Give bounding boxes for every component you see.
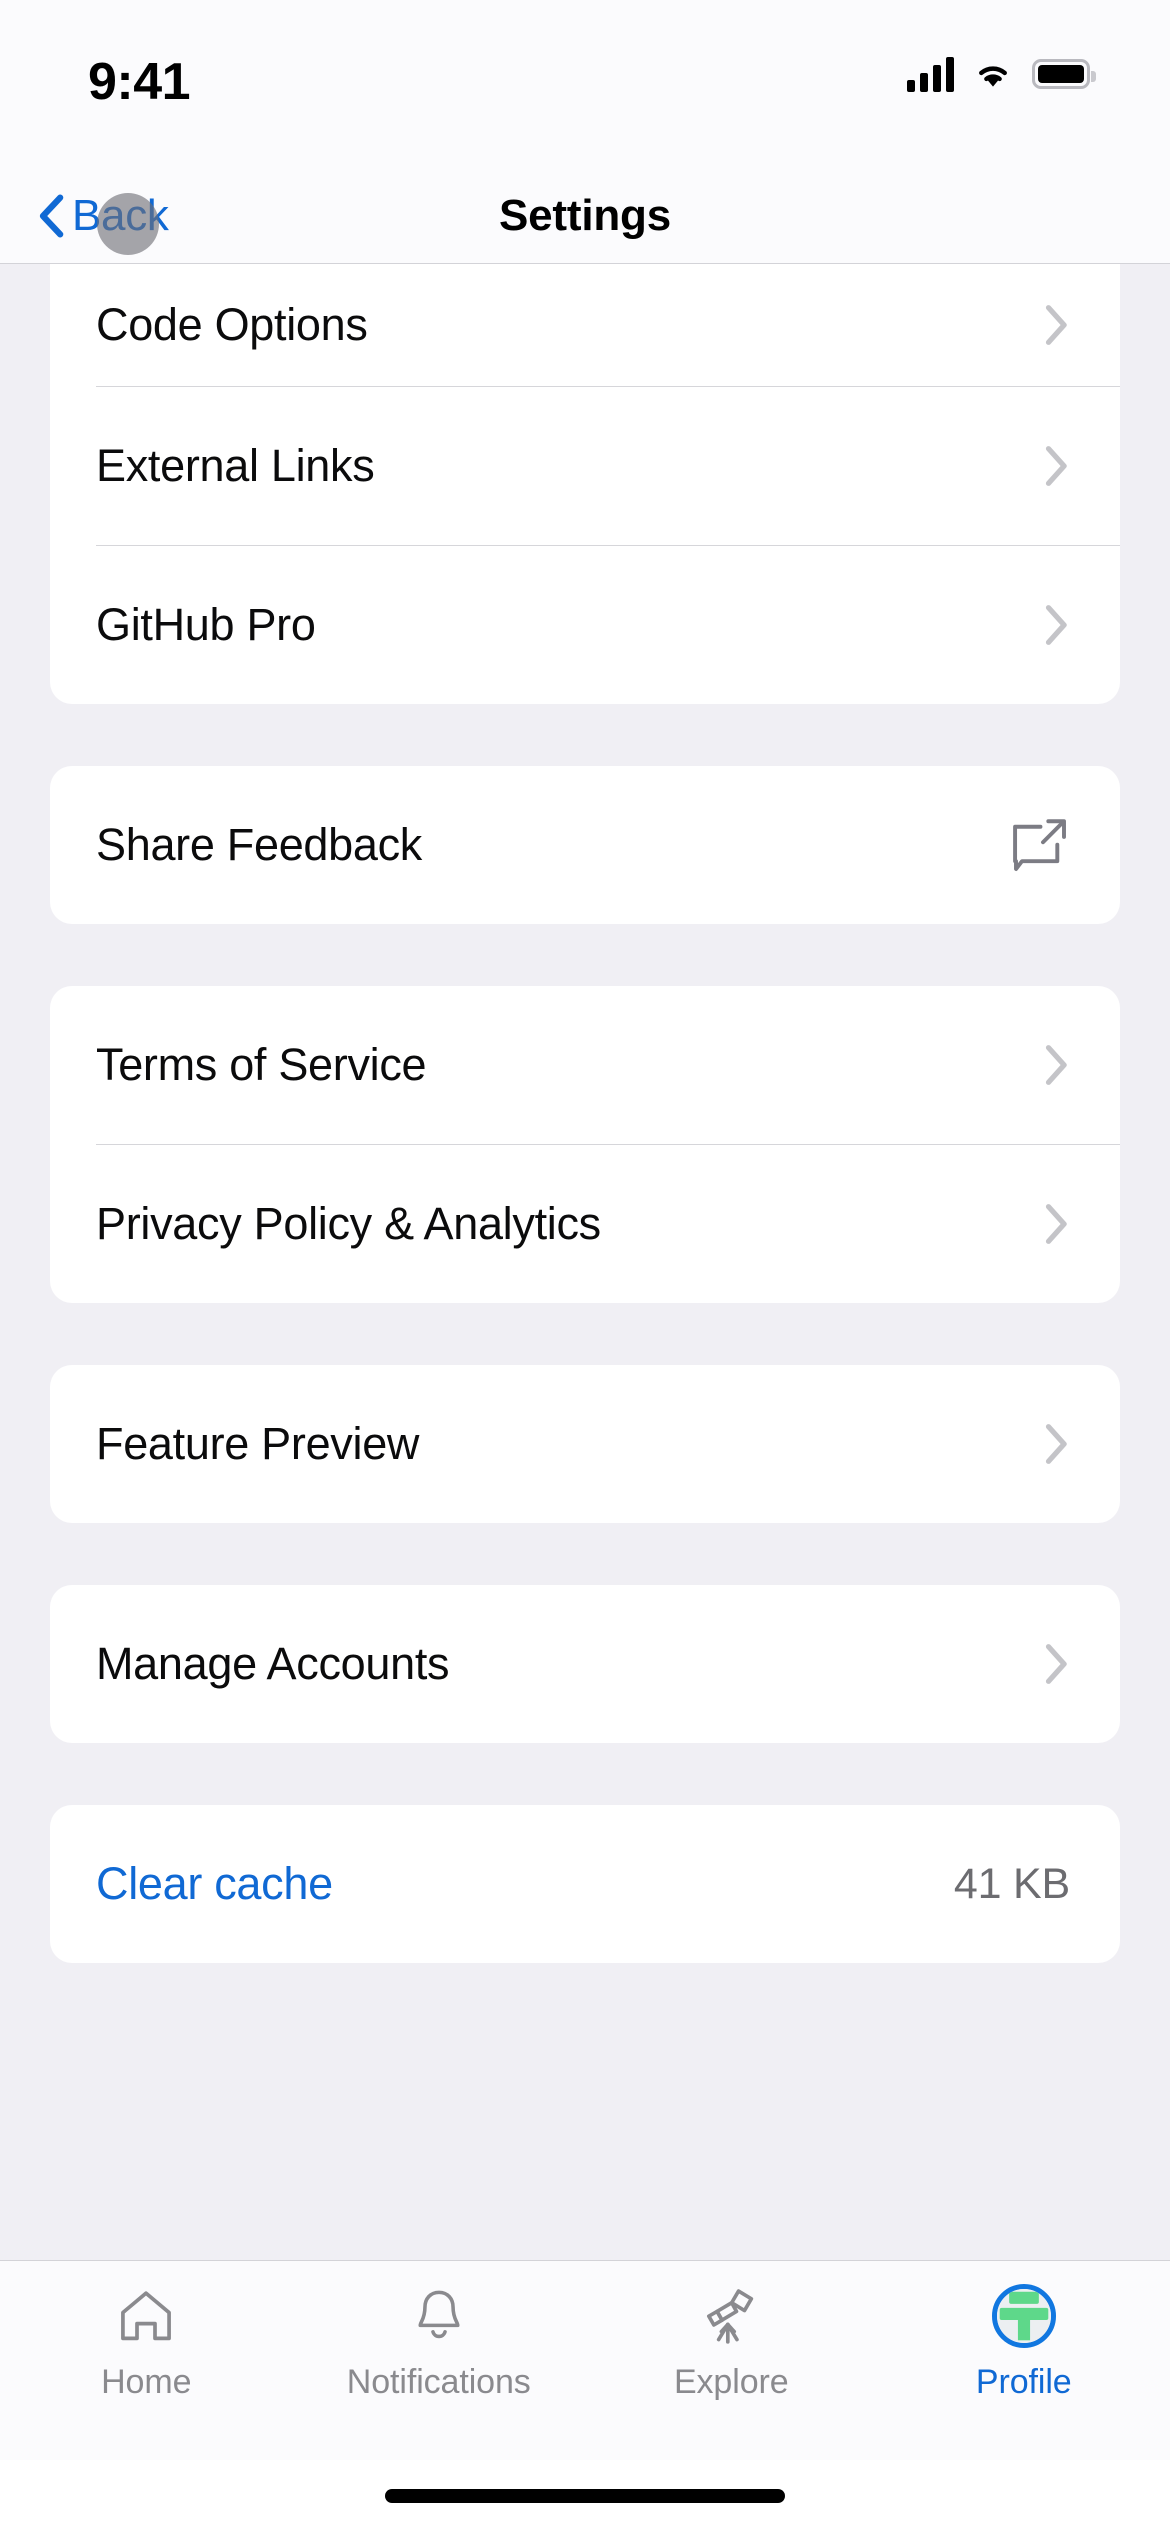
home-indicator[interactable]	[385, 2489, 785, 2503]
settings-row-code-options[interactable]: Code Options	[50, 264, 1120, 386]
chevron-right-icon	[1045, 1644, 1067, 1684]
share-feedback-icon	[1013, 819, 1066, 871]
chevron-right-icon	[1045, 1204, 1067, 1244]
chevron-right-icon	[1045, 605, 1067, 645]
cache-group: Clear cache 41 KB	[50, 1805, 1120, 1963]
settings-scroll-view[interactable]: Code Options External Links GitHub Pro S…	[0, 264, 1170, 2260]
tab-label: Notifications	[346, 2363, 531, 2401]
cellular-signal-icon	[907, 56, 954, 92]
chevron-right-icon	[1045, 305, 1067, 345]
clear-cache-label: Clear cache	[96, 1858, 333, 1909]
tab-home[interactable]: Home	[0, 2283, 293, 2402]
chevron-right-icon	[1045, 1424, 1067, 1464]
row-label: Terms of Service	[96, 1039, 427, 1090]
home-icon	[116, 2283, 176, 2349]
settings-row-manage-accounts[interactable]: Manage Accounts	[50, 1585, 1120, 1743]
settings-row-feature-preview[interactable]: Feature Preview	[50, 1365, 1120, 1523]
legal-group: Terms of Service Privacy Policy & Analyt…	[50, 986, 1120, 1303]
developer-group: Code Options External Links GitHub Pro	[50, 264, 1120, 704]
tab-profile[interactable]: Profile	[878, 2283, 1170, 2402]
status-bar: 9:41	[0, 0, 1170, 168]
tab-label: Profile	[975, 2363, 1072, 2401]
tab-bar: Home Notifications Explore Profile	[0, 2260, 1170, 2460]
avatar-icon	[991, 2283, 1056, 2349]
wifi-icon	[979, 66, 1007, 87]
settings-row-external-links[interactable]: External Links	[50, 387, 1120, 545]
settings-row-github-pro[interactable]: GitHub Pro	[50, 546, 1120, 704]
tab-label: Explore	[673, 2363, 789, 2401]
status-bar-time: 9:41	[88, 53, 191, 111]
tab-label: Home	[101, 2363, 192, 2401]
row-label: GitHub Pro	[96, 599, 316, 650]
tab-notifications[interactable]: Notifications	[293, 2283, 586, 2402]
telescope-icon	[699, 2283, 763, 2349]
settings-row-clear-cache[interactable]: Clear cache 41 KB	[50, 1805, 1120, 1963]
settings-row-share-feedback[interactable]: Share Feedback	[50, 766, 1120, 924]
accounts-group: Manage Accounts	[50, 1585, 1120, 1743]
row-label: Privacy Policy & Analytics	[96, 1198, 601, 1249]
navigation-bar: Back Settings	[0, 168, 1170, 264]
row-label: External Links	[96, 440, 375, 491]
settings-row-privacy-policy[interactable]: Privacy Policy & Analytics	[50, 1145, 1120, 1303]
home-indicator-area	[0, 2460, 1170, 2532]
feedback-group: Share Feedback	[50, 766, 1120, 924]
row-label: Share Feedback	[96, 819, 423, 870]
battery-icon	[1032, 59, 1096, 89]
page-title: Settings	[499, 190, 671, 240]
chevron-right-icon	[1045, 446, 1067, 486]
phone-screen: 9:41 Back Settings Code Options External…	[0, 0, 1170, 2532]
chevron-right-icon	[1045, 1045, 1067, 1085]
row-label: Code Options	[96, 299, 368, 350]
bell-icon	[410, 2283, 468, 2349]
settings-row-terms-of-service[interactable]: Terms of Service	[50, 986, 1120, 1144]
preview-group: Feature Preview	[50, 1365, 1120, 1523]
row-label: Manage Accounts	[96, 1638, 450, 1689]
tab-explore[interactable]: Explore	[585, 2283, 878, 2402]
avatar	[991, 2284, 1056, 2348]
cache-size-value: 41 KB	[953, 1859, 1070, 1908]
status-bar-indicators	[907, 56, 1096, 92]
row-label: Feature Preview	[96, 1418, 420, 1469]
